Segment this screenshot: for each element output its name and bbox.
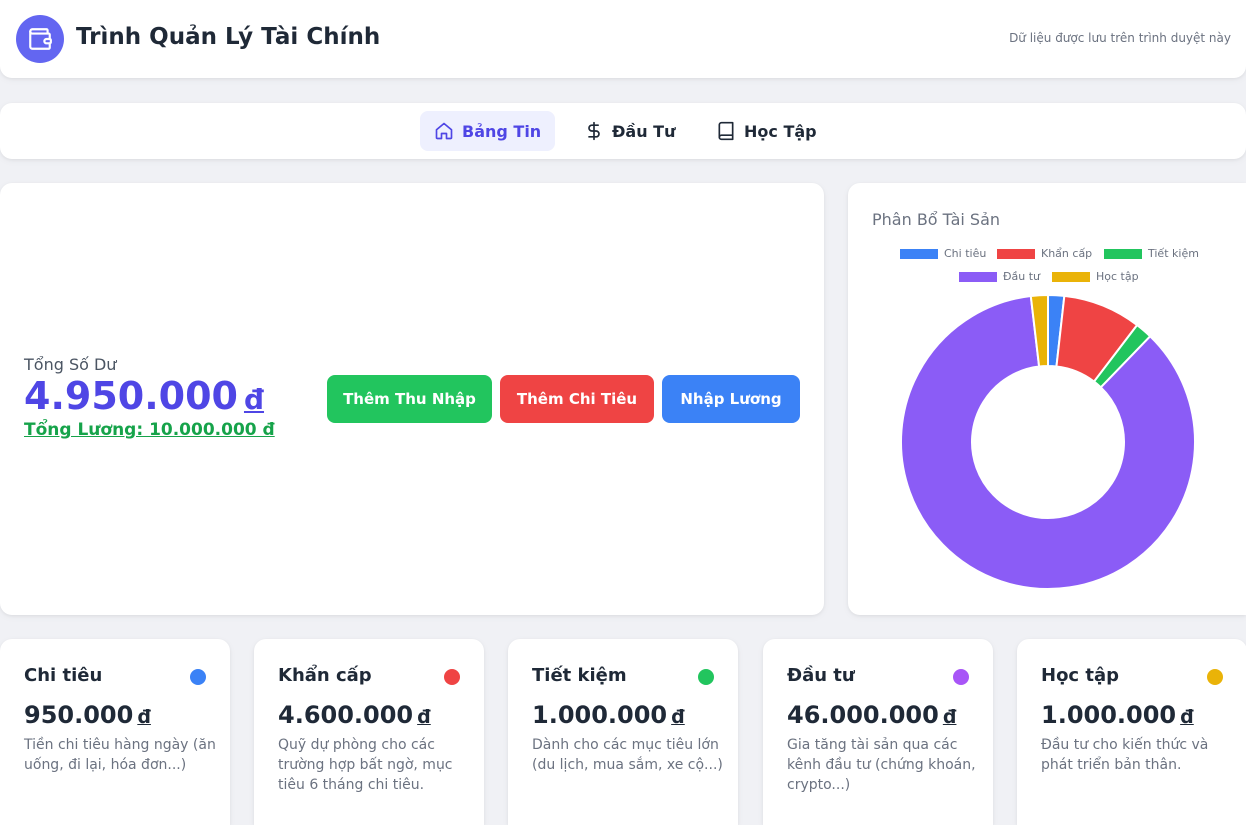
legend-label: Chi tiêu xyxy=(944,247,987,260)
asset-donut-chart xyxy=(900,294,1196,590)
add-income-button[interactable]: Thêm Thu Nhập xyxy=(327,375,492,423)
category-amount: 950.000 đ xyxy=(24,701,151,729)
category-description: Dành cho các mục tiêu lớn (du lịch, mua … xyxy=(532,737,723,773)
app-header: Trình Quản Lý Tài Chính Dữ liệu được lưu… xyxy=(0,0,1246,78)
amount-currency: đ xyxy=(1180,706,1194,728)
category-card-emergency: Khẩn cấp 4.600.000 đ Quỹ dự phòng cho các… xyxy=(254,639,484,825)
amount-value: 46.000.000 xyxy=(787,701,939,729)
legend-label: Đầu tư xyxy=(1003,270,1041,283)
balance-value: 4.950.000 đ xyxy=(24,374,264,418)
category-amount: 1.000.000 đ xyxy=(1041,701,1194,729)
tab-dashboard[interactable]: Bảng Tin xyxy=(420,111,556,151)
salary-total-link[interactable]: Tổng Lương: 10.000.000 đ xyxy=(24,420,275,440)
balance-currency: đ xyxy=(243,383,265,416)
amount-currency: đ xyxy=(137,706,151,728)
amount-currency: đ xyxy=(942,706,957,728)
dollar-icon xyxy=(588,121,600,141)
legend-swatch xyxy=(1052,271,1090,282)
legend-item-learning[interactable]: Học tập xyxy=(1052,270,1139,283)
category-name: Khẩn cấp xyxy=(278,665,372,686)
book-icon xyxy=(718,121,734,141)
category-description: Gia tăng tài sản qua các kênh đầu tư (ch… xyxy=(787,737,976,793)
amount-currency: đ xyxy=(417,706,431,728)
category-card-learning: Học tập 1.000.000 đ Đầu tư cho kiến thức … xyxy=(1017,639,1246,825)
amount-value: 1.000.000 xyxy=(532,701,668,729)
category-description: Quỹ dự phòng cho các trường hợp bất ngờ,… xyxy=(278,737,453,793)
legend-swatch xyxy=(1104,248,1142,259)
category-description: Tiền chi tiêu hàng ngày (ăn uống, đi lại… xyxy=(24,737,216,773)
wallet-icon xyxy=(16,15,64,63)
legend-item-spending[interactable]: Chi tiêu xyxy=(900,247,986,260)
category-card-spending: Chi tiêu 950.000 đ Tiền chi tiêu hàng ngà… xyxy=(0,639,230,825)
category-name: Tiết kiệm xyxy=(532,665,627,686)
home-icon xyxy=(435,122,453,140)
tab-investment[interactable]: Đầu Tư xyxy=(570,111,689,151)
balance-amount: 4.950.000 xyxy=(24,374,238,418)
add-expense-button[interactable]: Thêm Chi Tiêu xyxy=(500,375,654,423)
legend-swatch xyxy=(997,248,1035,259)
legend-swatch xyxy=(900,248,938,259)
category-name: Chi tiêu xyxy=(24,665,103,686)
legend-item-emergency[interactable]: Khẩn cấp xyxy=(997,247,1092,260)
enter-salary-button[interactable]: Nhập Lương xyxy=(662,375,800,423)
tab-label: Đầu Tư xyxy=(612,121,676,141)
app-title: Trình Quản Lý Tài Chính xyxy=(76,24,381,50)
legend-item-investment[interactable]: Đầu tư xyxy=(959,270,1040,283)
legend-item-savings[interactable]: Tiết kiệm xyxy=(1104,247,1199,260)
category-amount: 46.000.000 đ xyxy=(787,701,956,729)
legend-label: Tiết kiệm xyxy=(1148,247,1199,260)
balance-label: Tổng Số Dư xyxy=(24,355,117,374)
chart-title: Phân Bổ Tài Sản xyxy=(872,210,1001,229)
tab-label: Bảng Tin xyxy=(462,121,542,141)
tab-learning[interactable]: Học Tập xyxy=(702,111,831,151)
category-color-dot xyxy=(190,669,206,685)
legend-label: Học tập xyxy=(1096,270,1139,283)
amount-value: 950.000 xyxy=(24,701,134,729)
category-name: Đầu tư xyxy=(787,665,855,686)
legend-label: Khẩn cấp xyxy=(1041,247,1093,260)
category-color-dot xyxy=(1207,669,1223,685)
amount-currency: đ xyxy=(671,706,685,728)
legend-swatch xyxy=(959,271,997,282)
category-description: Đầu tư cho kiến thức và phát triển bản t… xyxy=(1041,737,1209,773)
category-name: Học tập xyxy=(1041,665,1120,686)
category-card-investment: Đầu tư 46.000.000 đ Gia tăng tài sản qua … xyxy=(763,639,993,825)
amount-value: 4.600.000 xyxy=(278,701,414,729)
category-color-dot xyxy=(698,669,714,685)
category-color-dot xyxy=(953,669,969,685)
category-amount: 1.000.000 đ xyxy=(532,701,685,729)
category-amount: 4.600.000 đ xyxy=(278,701,431,729)
main-nav: Bảng Tin Đầu Tư Học Tập xyxy=(0,103,1246,159)
storage-note: Dữ liệu được lưu trên trình duyệt này xyxy=(1009,31,1231,45)
category-card-savings: Tiết kiệm 1.000.000 đ Dành cho các mục ti… xyxy=(508,639,738,825)
category-color-dot xyxy=(444,669,460,685)
tab-label: Học Tập xyxy=(744,121,817,141)
amount-value: 1.000.000 xyxy=(1041,701,1177,729)
